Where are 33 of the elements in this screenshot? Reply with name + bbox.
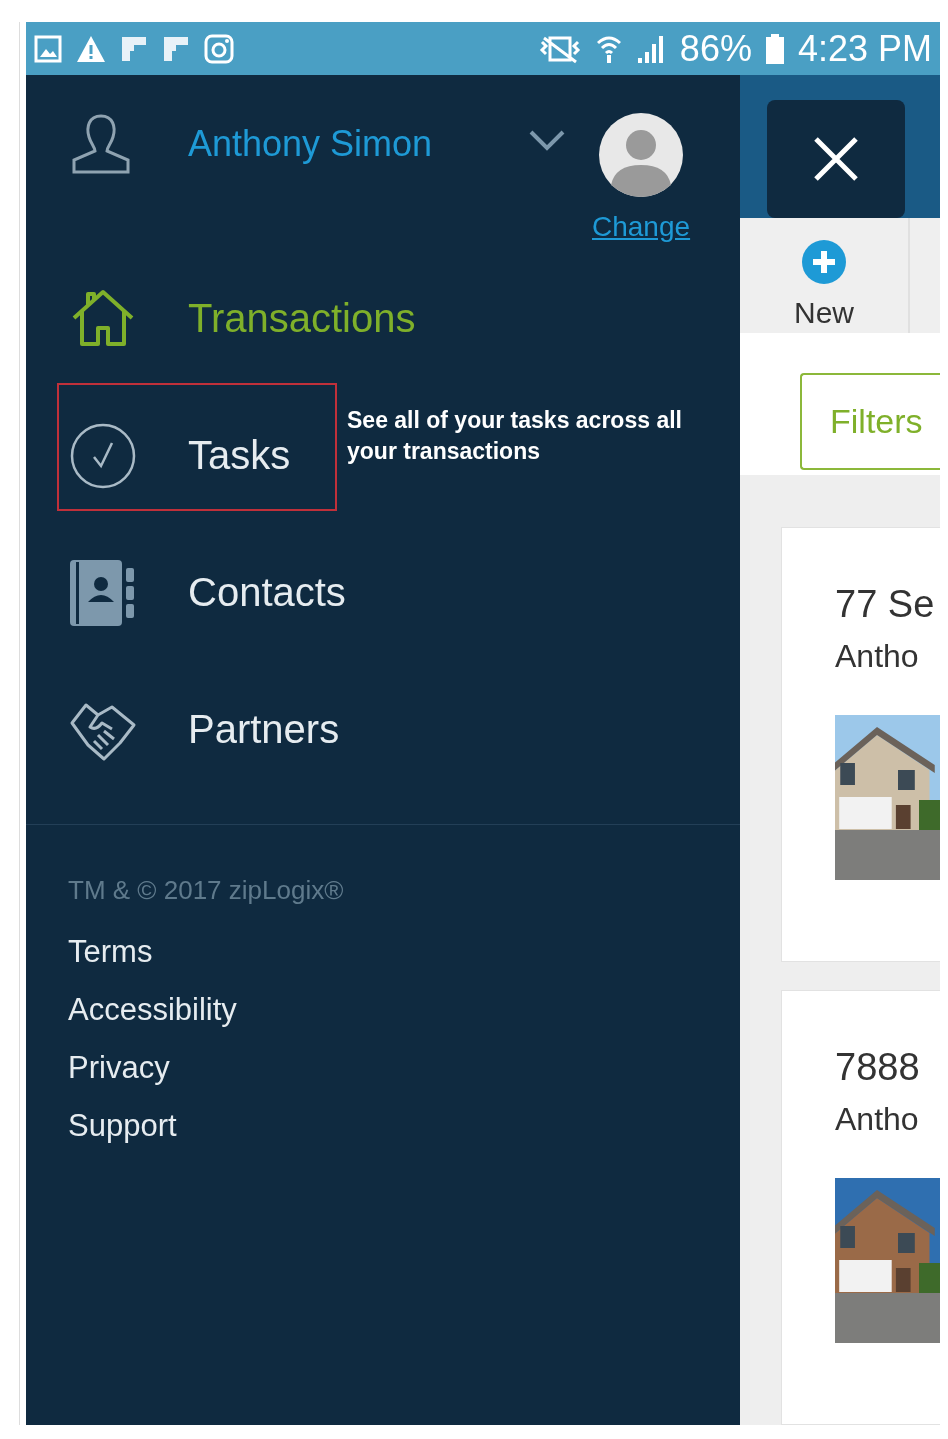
menu-item[interactable]: Tasks — [188, 433, 291, 478]
plus-circle-icon — [802, 240, 846, 284]
close-icon — [813, 136, 859, 182]
signal-icon — [635, 33, 666, 64]
clock-time: 4:23 PM — [797, 27, 932, 70]
card-subtitle: Antho — [835, 638, 920, 675]
user-name[interactable]: Anthony Simon — [188, 123, 528, 165]
transaction-card[interactable]: 7888 Antho — [781, 990, 940, 1425]
card-title: 7888 — [835, 1046, 921, 1089]
menu-item[interactable]: Partners — [188, 707, 340, 752]
warning-icon — [76, 34, 106, 63]
change-link[interactable]: Change — [592, 211, 691, 243]
menu-item[interactable]: Contacts — [188, 570, 346, 615]
menu-item[interactable]: Transactions — [188, 296, 416, 341]
battery-percent: 86% — [679, 27, 752, 70]
footer-link[interactable]: Accessibility — [68, 992, 740, 1028]
card-subtitle: Antho — [835, 1101, 920, 1138]
image-icon — [34, 34, 62, 63]
camera-icon — [204, 33, 234, 64]
user-icon — [70, 113, 132, 175]
transaction-card[interactable]: 77 Se Antho — [781, 527, 940, 962]
footer-link[interactable]: Privacy — [68, 1050, 740, 1086]
flag-icon — [120, 34, 148, 63]
footer-link[interactable]: Terms — [68, 934, 740, 970]
close-button[interactable] — [767, 100, 905, 218]
flag-icon — [162, 34, 190, 63]
callout-text: See all of your tasks across all your transactions — [347, 406, 683, 466]
card-title: 77 Se — [835, 583, 936, 626]
avatar-icon — [599, 113, 684, 197]
copyright-text: TM & © 2017 zipLogix® — [68, 875, 345, 906]
footer-link[interactable]: Support — [68, 1108, 740, 1144]
chevron-down-icon[interactable] — [528, 129, 566, 153]
battery-icon — [765, 33, 784, 64]
